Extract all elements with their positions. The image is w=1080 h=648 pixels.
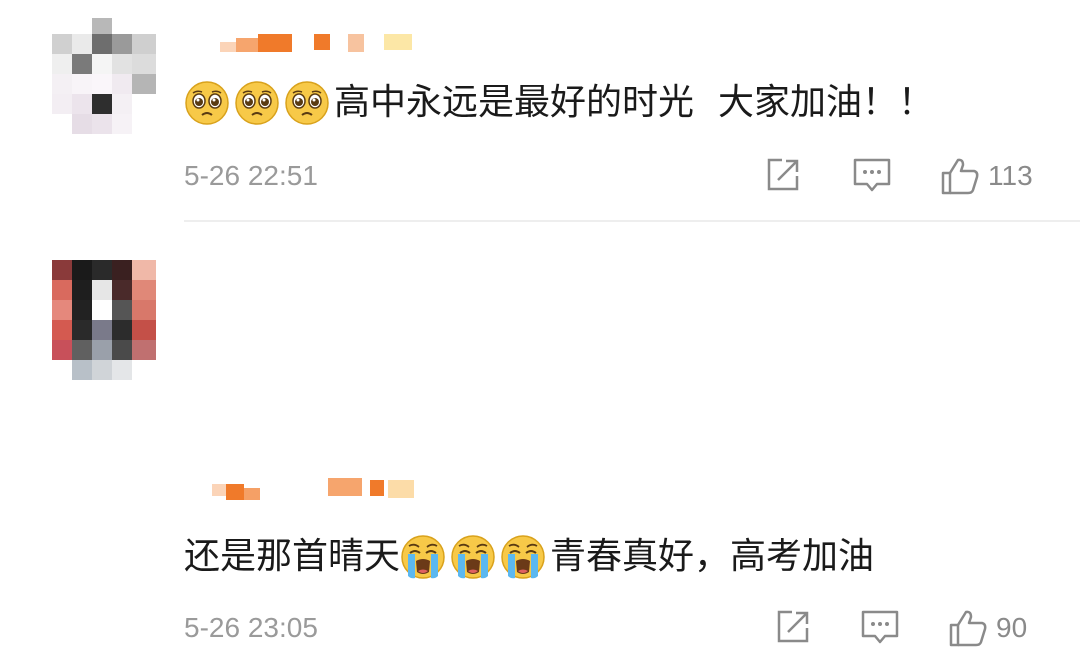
share-button[interactable] (764, 156, 802, 194)
share-button[interactable] (774, 608, 812, 646)
like-count: 90 (996, 612, 1028, 643)
loudly-crying-face-icon (500, 534, 546, 580)
comment-text-part1: 还是那首晴天 (184, 536, 401, 577)
reply-button[interactable] (860, 608, 900, 646)
avatar[interactable] (52, 18, 156, 138)
comment-text-part2: 青春真好，高考加油 (550, 536, 875, 577)
like-button[interactable]: 90 (948, 608, 1027, 648)
comment-text-part2: 大家加油！！ (718, 82, 935, 123)
comment-reply-icon (861, 610, 899, 644)
comment-item-2: 还是那首晴天 青春真好，高考加油 5-26 23:05 90 (0, 222, 1080, 647)
comment-reply-icon (853, 158, 891, 192)
comment-text: 高中永远是最好的时光 大家加油！！ (184, 80, 934, 126)
reply-button[interactable] (852, 156, 892, 194)
pleading-face-icon (234, 80, 280, 126)
avatar[interactable] (52, 260, 156, 380)
thumbs-up-icon (949, 610, 987, 647)
comment-timestamp: 5-26 22:51 (184, 160, 318, 191)
like-button[interactable]: 113 (940, 156, 1033, 196)
share-icon (767, 158, 799, 191)
share-icon (777, 610, 809, 643)
pleading-face-icon (284, 80, 330, 126)
pleading-face-icon (184, 80, 230, 126)
loudly-crying-face-icon (400, 534, 446, 580)
like-count: 113 (988, 160, 1033, 191)
loudly-crying-face-icon (450, 534, 496, 580)
comment-text: 还是那首晴天 青春真好，高考加油 (184, 534, 874, 580)
comment-text-part1: 高中永远是最好的时光 (334, 82, 695, 123)
thumbs-up-icon (941, 158, 979, 195)
comment-timestamp: 5-26 23:05 (184, 612, 318, 643)
comment-item-1: 高中永远是最好的时光 大家加油！！ 5-26 22:51 113 (0, 0, 1080, 220)
